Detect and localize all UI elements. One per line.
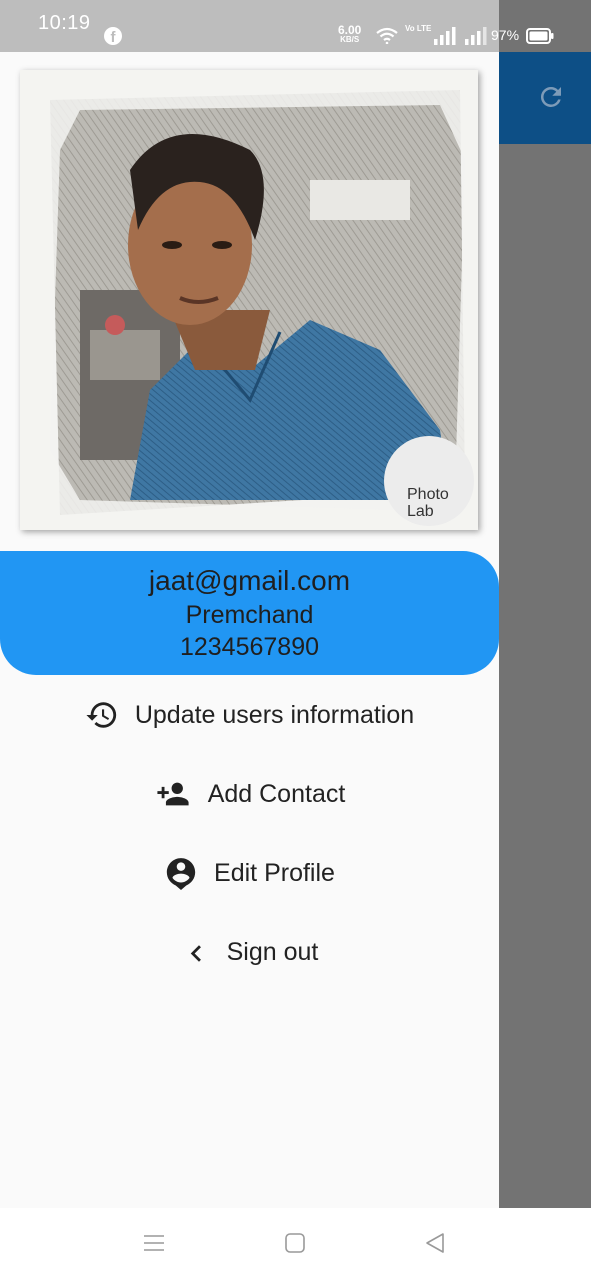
menu-add-contact[interactable]: Add Contact: [0, 764, 499, 824]
person-add-icon: [154, 777, 192, 811]
user-phone: 1234567890: [179, 633, 320, 661]
signal-icon-sim2: [465, 27, 489, 50]
triangle-back-icon: [424, 1232, 446, 1259]
wifi-icon: [376, 27, 398, 49]
photo-lab-watermark-text: Photo Lab: [407, 486, 449, 520]
battery-percent: 97%: [491, 27, 520, 43]
system-navigation-bar: [0, 1208, 591, 1280]
menu-update-users-information[interactable]: Update users information: [0, 685, 499, 745]
user-email: jaat@gmail.com: [148, 565, 351, 596]
battery-icon: [526, 28, 554, 49]
menu-item-label: Update users information: [134, 700, 415, 729]
menu-lines-icon: [143, 1233, 165, 1258]
status-time: 10:19: [38, 12, 91, 34]
signal-icon: [434, 27, 458, 50]
user-info-card: jaat@gmail.com Premchand 1234567890: [0, 551, 499, 675]
square-icon: [285, 1232, 305, 1258]
volte-indicator: Vo LTE: [405, 24, 432, 33]
navigation-drawer: Photo Lab jaat@gmail.com Premchand 12345…: [0, 52, 499, 1208]
menu-item-label: Sign out: [226, 937, 319, 966]
refresh-button[interactable]: [528, 78, 574, 120]
recent-apps-button[interactable]: [139, 1230, 169, 1260]
history-icon: [85, 698, 119, 732]
menu-item-label: Edit Profile: [214, 858, 335, 887]
facebook-icon: f: [104, 27, 122, 45]
home-button[interactable]: [280, 1230, 310, 1260]
back-button[interactable]: [420, 1230, 450, 1260]
menu-item-label: Add Contact: [207, 779, 346, 808]
menu-edit-profile[interactable]: Edit Profile: [0, 843, 499, 903]
menu-sign-out[interactable]: Sign out: [0, 922, 499, 982]
status-bar: 10:19 f 6.00 KB/S Vo LTE 97%: [0, 0, 519, 52]
network-speed: 6.00 KB/S: [338, 23, 362, 44]
chevron-left-icon: [181, 935, 211, 969]
user-name: Premchand: [185, 601, 314, 629]
account-circle-icon: [164, 855, 198, 891]
refresh-icon: [536, 82, 566, 117]
